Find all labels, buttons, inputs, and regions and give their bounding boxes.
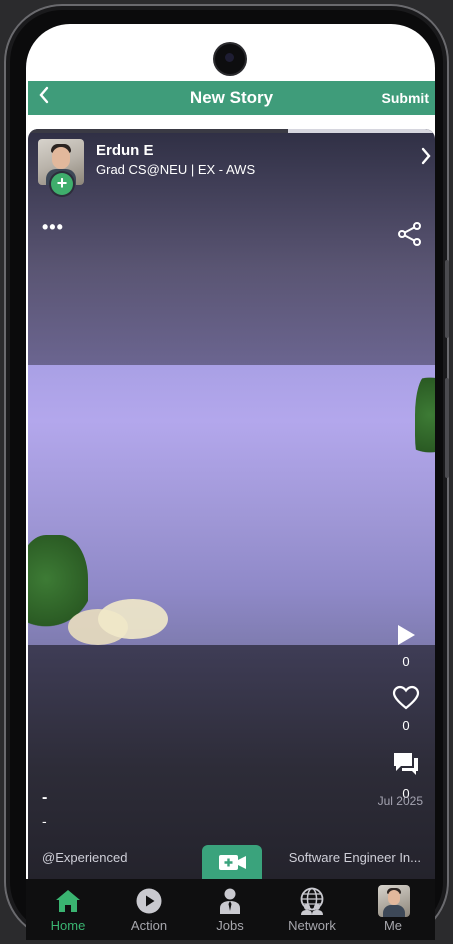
author-subtitle: Grad CS@NEU | EX - AWS [96,162,256,177]
person-tie-icon [220,888,240,914]
tab-label: Me [383,918,403,933]
play-count: 0 [402,654,410,669]
tab-action[interactable]: Action [109,879,189,940]
tab-label: Action [130,918,168,933]
follow-plus-icon[interactable]: + [51,173,73,195]
like-action[interactable]: 0 [391,685,421,733]
screen: New Story Submit + Erdun E Grad CS@NEU |… [26,24,435,940]
foliage-right [415,375,435,475]
play-action[interactable]: 0 [391,623,421,669]
story-progress-bar [28,129,435,133]
more-options-icon[interactable]: ••• [42,217,64,238]
experience-tag[interactable]: @Experienced [42,850,127,865]
globe-people-icon [300,887,324,915]
front-camera [215,44,245,74]
home-icon [56,890,80,912]
story-card[interactable]: + Erdun E Grad CS@NEU | EX - AWS ••• 0 0… [28,129,435,879]
page-title: New Story [189,88,274,107]
video-camera-plus-icon [219,855,246,870]
author-name: Erdun E [96,142,154,159]
submit-button[interactable]: Submit [382,90,429,106]
story-progress-fill [288,129,435,133]
like-count: 0 [402,718,410,733]
cloud [98,599,168,639]
side-button [445,378,449,478]
play-circle-icon [136,888,162,914]
tab-home[interactable]: Home [28,879,108,940]
tab-network[interactable]: Network [272,879,352,940]
tab-me[interactable]: Me [353,879,433,940]
comments-icon [394,753,418,775]
heart-icon [392,685,420,710]
chevron-right-icon[interactable] [419,145,433,173]
avatar [378,885,410,917]
play-icon [398,625,415,645]
avatar-head [388,890,400,905]
story-caption: - [42,789,48,806]
avatar-head [52,147,70,169]
share-icon[interactable] [397,221,423,247]
tab-label: Home [50,918,86,933]
story-date: Jul 2025 [377,794,423,808]
top-app-bar: New Story Submit [28,81,435,115]
story-image [28,365,435,645]
job-title-tag[interactable]: Software Engineer In... [289,850,421,865]
author-row[interactable]: + Erdun E Grad CS@NEU | EX - AWS [38,139,433,195]
avatar-body [383,905,405,917]
story-caption-secondary: - [42,813,47,829]
side-button [445,260,449,338]
tab-label: Network [288,918,336,933]
tab-label: Jobs [216,918,244,933]
phone-frame: New Story Submit + Erdun E Grad CS@NEU |… [4,4,449,940]
bottom-nav: Home Action Jobs Network Me [26,879,435,940]
add-video-button[interactable] [202,845,262,879]
tab-jobs[interactable]: Jobs [190,879,270,940]
